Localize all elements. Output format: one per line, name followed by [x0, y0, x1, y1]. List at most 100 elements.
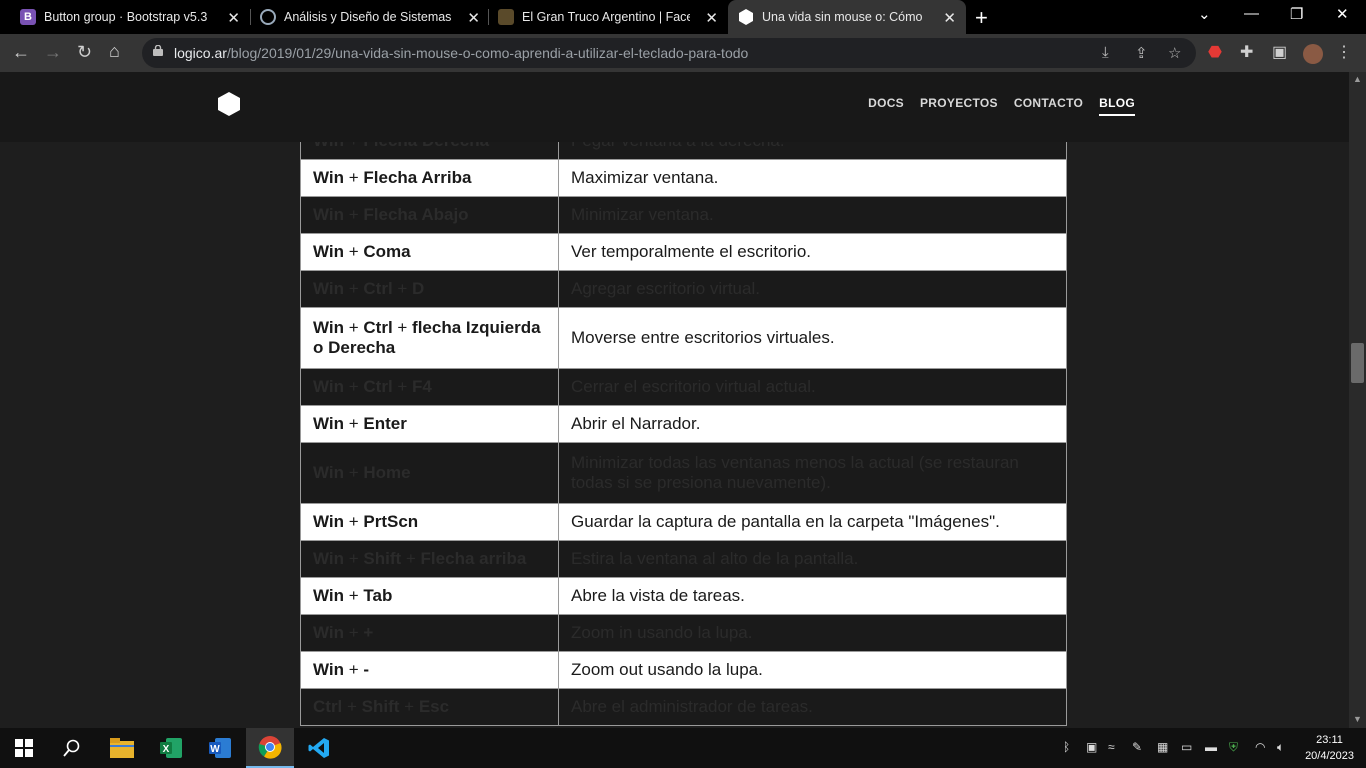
menu-icon[interactable]: ⋮ — [1336, 42, 1352, 62]
tab-search-icon[interactable]: ⌄ — [1198, 5, 1211, 23]
tab-title: Análisis y Diseño de Sistemas II - — [284, 10, 452, 24]
key-name: Ctrl — [313, 697, 343, 716]
tab-truco[interactable]: El Gran Truco Argentino | Facebo ✕ — [478, 0, 728, 34]
bookmark-star-icon[interactable]: ☆ — [1168, 44, 1181, 62]
close-tab-icon[interactable]: ✕ — [705, 9, 718, 27]
key-name: Win — [313, 660, 345, 679]
shortcut-description: Minimizar ventana. — [558, 196, 1067, 234]
nav-contacto[interactable]: CONTACTO — [1014, 96, 1083, 116]
key-separator: + — [344, 512, 364, 531]
battery-icon[interactable]: ▬ — [1205, 740, 1217, 754]
new-tab-icon[interactable]: + — [975, 5, 988, 31]
shortcut-description: Abre la vista de tareas. — [558, 577, 1067, 615]
nav-blog[interactable]: BLOG — [1099, 96, 1135, 116]
tray-pen-icon[interactable]: ✎ — [1132, 740, 1142, 754]
home-icon[interactable]: ⌂ — [109, 41, 120, 62]
url-text: logico.ar/blog/2019/01/29/una-vida-sin-m… — [174, 45, 748, 61]
key-name: - — [363, 660, 370, 679]
key-separator: + — [392, 279, 413, 298]
scroll-down-icon[interactable]: ▼ — [1353, 714, 1362, 724]
site-header: DOCS PROYECTOS CONTACTO BLOG — [0, 72, 1349, 142]
tray-display-icon[interactable]: ▦ — [1157, 740, 1168, 754]
scroll-up-icon[interactable]: ▲ — [1353, 74, 1362, 84]
page-scrollbar[interactable] — [1349, 72, 1366, 728]
profile-avatar[interactable] — [1303, 44, 1323, 64]
shortcut-keys: Ctrl + Shift + Esc — [300, 688, 559, 726]
shortcut-keys: Win + Shift + Flecha arriba — [300, 540, 559, 578]
shortcut-keys: Win + Home — [300, 442, 559, 504]
taskbar-vscode[interactable] — [295, 728, 343, 768]
minimize-icon[interactable]: — — [1244, 5, 1259, 22]
system-clock[interactable]: 23:11 20/4/2023 — [1305, 732, 1354, 764]
key-separator: + — [344, 242, 364, 261]
wifi-icon[interactable]: ◠ — [1255, 740, 1265, 754]
tray-monitor-icon[interactable]: ▭ — [1181, 740, 1192, 754]
key-name: Win — [313, 279, 345, 298]
shortcut-description: Abrir el Narrador. — [558, 405, 1067, 443]
key-separator: + — [344, 279, 364, 298]
shortcut-description: Zoom in usando la lupa. — [558, 614, 1067, 652]
shortcut-row: Win + + Zoom in usando la lupa. — [300, 614, 1067, 652]
windows-taskbar: X W ᛒ ▣ ≈ ✎ ▦ ▭ ▬ ⛨ ◠ 🔈︎ 23:11 20/4/2023 — [0, 728, 1366, 768]
share-icon[interactable]: ⇪ — [1135, 44, 1148, 62]
key-name: Win — [313, 377, 345, 396]
shortcut-row: Win + Flecha Arriba Maximizar ventana. — [300, 159, 1067, 197]
excel-icon: X — [160, 738, 182, 758]
key-name: Flecha arriba — [420, 549, 527, 568]
close-tab-icon[interactable]: ✕ — [943, 9, 956, 27]
extensions-icon[interactable]: ✚ — [1240, 42, 1253, 62]
bluetooth-icon[interactable]: ᛒ — [1063, 740, 1070, 754]
start-button[interactable] — [0, 728, 48, 768]
shortcut-row: Win + Enter Abrir el Narrador. — [300, 405, 1067, 443]
search-button[interactable] — [48, 728, 96, 768]
tab-bootstrap[interactable]: B Button group · Bootstrap v5.3 ✕ — [0, 0, 250, 34]
close-window-icon[interactable]: ✕ — [1336, 5, 1349, 23]
taskbar-word[interactable]: W — [196, 728, 244, 768]
forward-icon[interactable]: → — [44, 42, 62, 63]
key-name: Shift — [363, 549, 402, 568]
taskbar-excel[interactable]: X — [147, 728, 195, 768]
restore-icon[interactable]: ❐ — [1290, 5, 1303, 23]
key-name: Home — [363, 463, 411, 482]
tray-app-icon[interactable]: ▣ — [1086, 740, 1097, 754]
svg-text:W: W — [210, 744, 220, 755]
close-tab-icon[interactable]: ✕ — [227, 9, 240, 27]
shortcut-row: Win + Ctrl + D Agregar escritorio virtual… — [300, 270, 1067, 308]
address-bar[interactable]: logico.ar/blog/2019/01/29/una-vida-sin-m… — [142, 38, 1196, 68]
nav-proyectos[interactable]: PROYECTOS — [920, 96, 998, 116]
key-separator: + — [344, 549, 364, 568]
chrome-icon — [258, 736, 282, 759]
shortcut-keys: Win + Tab — [300, 577, 559, 615]
reload-icon[interactable]: ↻ — [77, 42, 92, 63]
nav-docs[interactable]: DOCS — [868, 96, 904, 116]
shortcut-description: Zoom out usando la lupa. — [558, 651, 1067, 689]
key-name: Ctrl — [363, 279, 393, 298]
tab-strip: B Button group · Bootstrap v5.3 ✕ Anális… — [0, 0, 1366, 34]
tray-network-share-icon[interactable]: ≈ — [1108, 740, 1115, 754]
key-name: Win — [313, 586, 345, 605]
security-shield-icon[interactable]: ⛨ — [1229, 740, 1238, 755]
key-name: Tab — [363, 586, 393, 605]
shortcut-row: Win + PrtScn Guardar la captura de pantal… — [300, 503, 1067, 541]
back-icon[interactable]: ← — [12, 42, 30, 63]
page-viewport: Win + Flecha DerechaPegar ventana a la d… — [0, 72, 1349, 728]
install-icon[interactable]: ⤓ — [1102, 44, 1109, 61]
shortcut-description: Cerrar el escritorio virtual actual. — [558, 368, 1067, 406]
lock-icon — [153, 45, 163, 56]
side-panel-icon[interactable]: ▣ — [1272, 42, 1287, 62]
key-separator: + — [344, 660, 364, 679]
taskbar-chrome[interactable] — [246, 728, 294, 768]
shortcut-description: Maximizar ventana. — [558, 159, 1067, 197]
tab-analisis[interactable]: Análisis y Diseño de Sistemas II - ✕ — [240, 0, 490, 34]
shortcut-description: Moverse entre escritorios virtuales. — [558, 307, 1067, 369]
key-name: Win — [313, 168, 345, 187]
key-separator: + — [344, 586, 364, 605]
volume-icon[interactable]: 🔈︎ — [1277, 740, 1284, 755]
windows-icon — [15, 739, 33, 757]
taskbar-file-explorer[interactable] — [98, 728, 146, 768]
tab-una-vida-sin-mouse[interactable]: Una vida sin mouse o: Cómo apr ✕ — [728, 0, 966, 34]
scroll-thumb[interactable] — [1351, 343, 1364, 383]
adblock-icon[interactable]: ⬣ — [1208, 42, 1222, 62]
logo-hexagon-icon[interactable] — [218, 92, 240, 116]
shortcut-row: Win + Ctrl + F4 Cerrar el escritorio virt… — [300, 368, 1067, 406]
